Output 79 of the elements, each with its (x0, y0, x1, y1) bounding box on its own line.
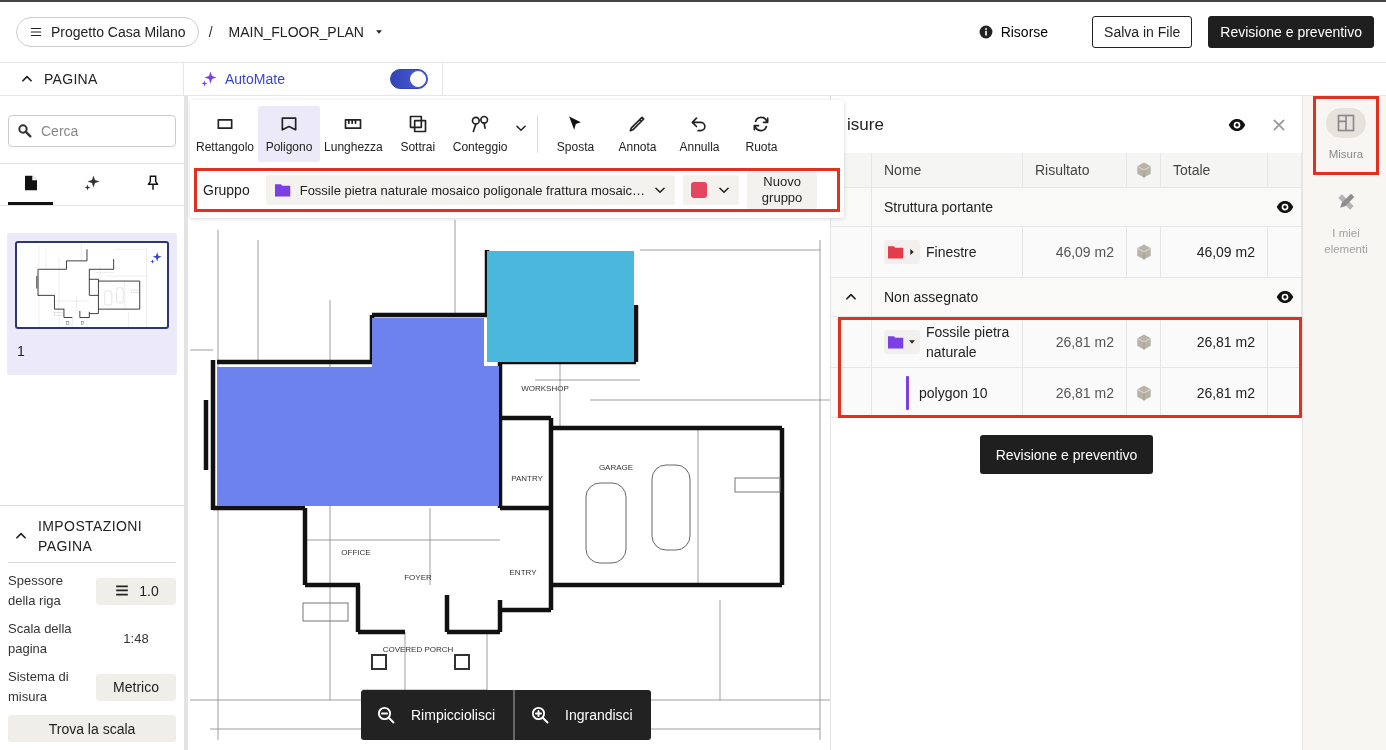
zoom-out-button[interactable]: Rimpicciolisci (361, 690, 513, 740)
group-dropdown[interactable]: Fossile pietra naturale mosaico poligonale frattura mosaic… (265, 175, 676, 205)
tool-button[interactable]: Lunghezza (320, 106, 387, 162)
panel-title: isure (847, 114, 885, 135)
find-scale-button[interactable]: Trova la scala (8, 715, 176, 742)
info-icon (978, 25, 993, 39)
layout-icon (1336, 113, 1356, 133)
review-button[interactable]: Revisione e preventivo (979, 435, 1154, 474)
measurement-name: Finestre (926, 243, 977, 262)
room-label: GARAGE (598, 463, 634, 472)
polygon-icon (279, 114, 300, 134)
room-label: WORKSHOP (521, 384, 569, 393)
pins-icon (470, 114, 491, 134)
rotate-icon (751, 114, 772, 134)
color-dropdown[interactable] (683, 175, 740, 205)
result-cell: 26,81 m2 (1023, 368, 1127, 418)
review-button[interactable]: Revisione e preventivo (1208, 16, 1374, 48)
setting-label: Spessore della riga (8, 572, 64, 610)
page-thumbnail[interactable]: 1 (7, 233, 177, 375)
room-label: COVERED PORCH (382, 645, 454, 654)
sparkle-icon (83, 174, 101, 192)
cube-icon (1134, 243, 1153, 261)
room-label: OFFICE (341, 548, 371, 557)
save-button[interactable]: Salva in File (1092, 16, 1193, 48)
group-name: Non assegnato (884, 289, 979, 305)
tool-button[interactable]: Conteggio (448, 106, 512, 162)
tool-button[interactable]: Sposta (544, 106, 607, 162)
visibility-button[interactable] (1275, 288, 1294, 306)
cube-icon (1134, 333, 1153, 351)
setting-label: Scala della pagina (8, 620, 73, 658)
measurement-name: Fossile pietra naturale (926, 323, 1011, 362)
document-dropdown[interactable]: MAIN_FLOOR_PLAN (228, 24, 384, 40)
tool-button[interactable]: Rettangolo (192, 106, 259, 162)
tool-button[interactable]: Poligono (258, 106, 321, 162)
sparkle-icon (200, 70, 218, 88)
cube-icon (1134, 383, 1153, 402)
document-icon (22, 174, 39, 192)
sparkle-icon (149, 251, 163, 265)
scale-value: 1:48 (122, 630, 150, 648)
eye-icon (1275, 288, 1294, 306)
room-label: FOYER (404, 573, 432, 582)
folder-toggle[interactable] (884, 240, 920, 264)
folder-toggle[interactable] (884, 330, 920, 354)
tool-button[interactable]: Annota (606, 106, 669, 162)
setting-label: Sistema di misura (8, 668, 70, 706)
tool-button[interactable]: Annulla (668, 106, 731, 162)
eye-icon (1275, 198, 1294, 216)
zoom-out-icon (377, 706, 395, 724)
group-name: Struttura portante (884, 199, 993, 215)
resources-button[interactable]: Risorse (978, 24, 1049, 40)
automate-toggle[interactable] (390, 69, 428, 89)
group-label: Gruppo (203, 182, 250, 198)
page-number: 1 (16, 343, 25, 359)
zoom-in-button[interactable]: Ingrandisci (513, 690, 651, 740)
subtract-icon (407, 114, 428, 134)
menu-icon (29, 25, 43, 39)
room-label: PANTRY (511, 474, 543, 483)
tool-button[interactable]: Ruota (730, 106, 793, 162)
close-button[interactable] (1272, 117, 1286, 132)
page-section-toggle[interactable]: PAGINA (0, 63, 184, 95)
area-overlay[interactable] (217, 318, 499, 506)
automate-label: AutoMate (225, 71, 286, 87)
line-weight-select[interactable]: 1.0 (96, 577, 176, 605)
search-icon (17, 123, 33, 139)
new-group-button[interactable]: Nuovo gruppo (747, 171, 818, 209)
cube-icon (1134, 161, 1153, 179)
search-field[interactable]: Cerca (8, 115, 176, 147)
project-button[interactable]: Progetto Casa Milano (16, 17, 199, 47)
tool-button[interactable]: Sottrai (386, 106, 449, 162)
folder-icon (273, 182, 292, 198)
settings-toggle[interactable]: IMPOSTAZIONI PAGINA (8, 506, 176, 563)
zoom-in-icon (531, 706, 549, 724)
total-cell: 26,81 m2 (1161, 368, 1268, 418)
unit-select[interactable]: Metrico (96, 673, 176, 701)
visibility-button[interactable] (1275, 198, 1294, 216)
room-label: ENTRY (509, 568, 537, 577)
close-icon (1272, 117, 1286, 132)
measurement-name: polygon 10 (919, 383, 988, 403)
breadcrumb-separator: / (208, 24, 213, 40)
